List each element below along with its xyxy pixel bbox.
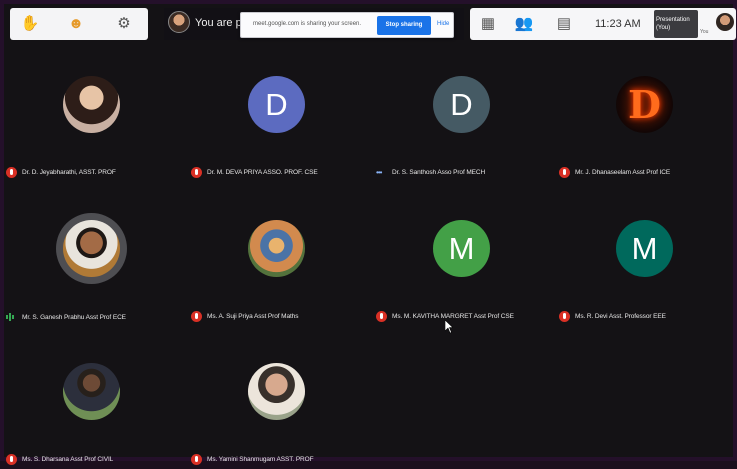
participant-nametag: ••• Dr. S. Santhosh Asso Prof MECH	[376, 164, 486, 178]
mic-muted-icon	[191, 167, 202, 179]
top-right-toolbar: ▦ 👥 ▤ 11:23 AM Presentation (You) You	[470, 8, 736, 40]
participant-name: Dr. S. Santhosh Asso Prof MECH	[392, 169, 486, 177]
mic-muted-icon	[6, 167, 17, 179]
participant-tile[interactable]: Dr. D. Jeyabharathi, ASST. PROF	[2, 40, 182, 180]
participant-name: Ms. R. Devi Asst. Professor EEE	[575, 313, 666, 321]
participant-avatar	[248, 220, 305, 277]
participant-tile[interactable]: M Ms. R. Devi Asst. Professor EEE	[555, 184, 735, 324]
mic-muted-icon	[376, 311, 387, 323]
self-avatar	[716, 13, 734, 31]
hide-button[interactable]: Hide	[437, 21, 449, 27]
clock: 11:23 AM	[595, 18, 641, 30]
gear-icon[interactable]: ⚙	[114, 14, 134, 34]
participant-tile[interactable]: Ms. Yamini Shanmugam ASST. PROF	[187, 327, 367, 467]
participant-avatar	[63, 363, 120, 420]
participant-avatar: M	[433, 220, 490, 277]
participant-avatar	[248, 363, 305, 420]
participant-nametag: Ms. M. KAVITHA MARGRET Asst Prof CSE	[376, 308, 514, 323]
participant-nametag: Mr. S. Ganesh Prabhu Asst Prof ECE	[6, 308, 126, 321]
participant-name: Ms. Yamini Shanmugam ASST. PROF	[207, 456, 314, 464]
participant-tile[interactable]: M Ms. M. KAVITHA MARGRET Asst Prof CSE	[372, 184, 552, 324]
participant-tile[interactable]: Ms. A. Suji Priya Asst Prof Maths	[187, 184, 367, 324]
participant-nametag: Ms. A. Suji Priya Asst Prof Maths	[191, 308, 299, 323]
participant-avatar: M	[616, 220, 673, 277]
presentation-label: Presentation (You)	[656, 17, 690, 31]
participant-name: Mr. J. Dhanaseelam Asst Prof ICE	[575, 169, 671, 177]
participant-name: Ms. S. Dharsana Asst Prof CIVIL	[22, 456, 114, 464]
participant-avatar: D	[433, 76, 490, 133]
raise-hand-icon[interactable]: ✋	[20, 14, 40, 34]
mic-muted-icon	[6, 454, 17, 466]
participant-nametag: Dr. M. DEVA PRIYA ASSO. PROF. CSE	[191, 164, 318, 179]
participant-name: Dr. D. Jeyabharathi, ASST. PROF	[22, 169, 116, 177]
participant-tile[interactable]: D ••• Dr. S. Santhosh Asso Prof MECH	[372, 40, 552, 180]
presenter-avatar	[168, 11, 190, 33]
mic-active-icon	[6, 308, 17, 326]
participant-tile[interactable]: Ms. S. Dharsana Asst Prof CIVIL	[2, 327, 182, 467]
presentation-tile[interactable]: Presentation (You)	[654, 10, 698, 38]
you-label: You	[700, 29, 709, 35]
grid-layout-icon[interactable]: ▦	[478, 14, 498, 34]
meet-window: ✋ ☻ ⚙ You are pre meet.google.com is sha…	[0, 0, 737, 466]
mouse-cursor-icon	[445, 320, 453, 334]
participant-avatar	[63, 220, 120, 277]
participant-nametag: Ms. R. Devi Asst. Professor EEE	[559, 308, 666, 323]
share-message: meet.google.com is sharing your screen.	[253, 21, 362, 27]
participant-tile[interactable]: D Dr. M. DEVA PRIYA ASSO. PROF. CSE	[187, 40, 367, 180]
participant-nametag: Ms. S. Dharsana Asst Prof CIVIL	[6, 451, 114, 466]
participant-name: Mr. S. Ganesh Prabhu Asst Prof ECE	[22, 313, 126, 321]
chat-icon[interactable]: ▤	[554, 14, 574, 34]
participant-tile[interactable]: D Mr. J. Dhanaseelam Asst Prof ICE	[555, 40, 735, 180]
audio-level-icon: •••	[376, 168, 382, 178]
participant-avatar: D	[248, 76, 305, 133]
people-icon[interactable]: 👥	[514, 14, 534, 34]
mic-muted-icon	[559, 167, 570, 179]
stop-sharing-button[interactable]: Stop sharing	[377, 16, 431, 35]
mic-muted-icon	[191, 454, 202, 466]
participant-name: Ms. A. Suji Priya Asst Prof Maths	[207, 313, 299, 321]
participant-nametag: Mr. J. Dhanaseelam Asst Prof ICE	[559, 164, 671, 179]
screen-share-notification: meet.google.com is sharing your screen. …	[240, 12, 454, 38]
participant-avatar	[63, 76, 120, 133]
participant-name: Dr. M. DEVA PRIYA ASSO. PROF. CSE	[207, 169, 318, 177]
emoji-icon[interactable]: ☻	[66, 14, 86, 34]
participant-nametag: Ms. Yamini Shanmugam ASST. PROF	[191, 451, 314, 466]
top-left-toolbar: ✋ ☻ ⚙	[10, 8, 148, 40]
participant-nametag: Dr. D. Jeyabharathi, ASST. PROF	[6, 164, 116, 179]
mic-muted-icon	[559, 311, 570, 323]
participant-avatar: D	[616, 76, 673, 133]
mic-muted-icon	[191, 311, 202, 323]
participant-tile[interactable]: Mr. S. Ganesh Prabhu Asst Prof ECE	[2, 184, 182, 324]
